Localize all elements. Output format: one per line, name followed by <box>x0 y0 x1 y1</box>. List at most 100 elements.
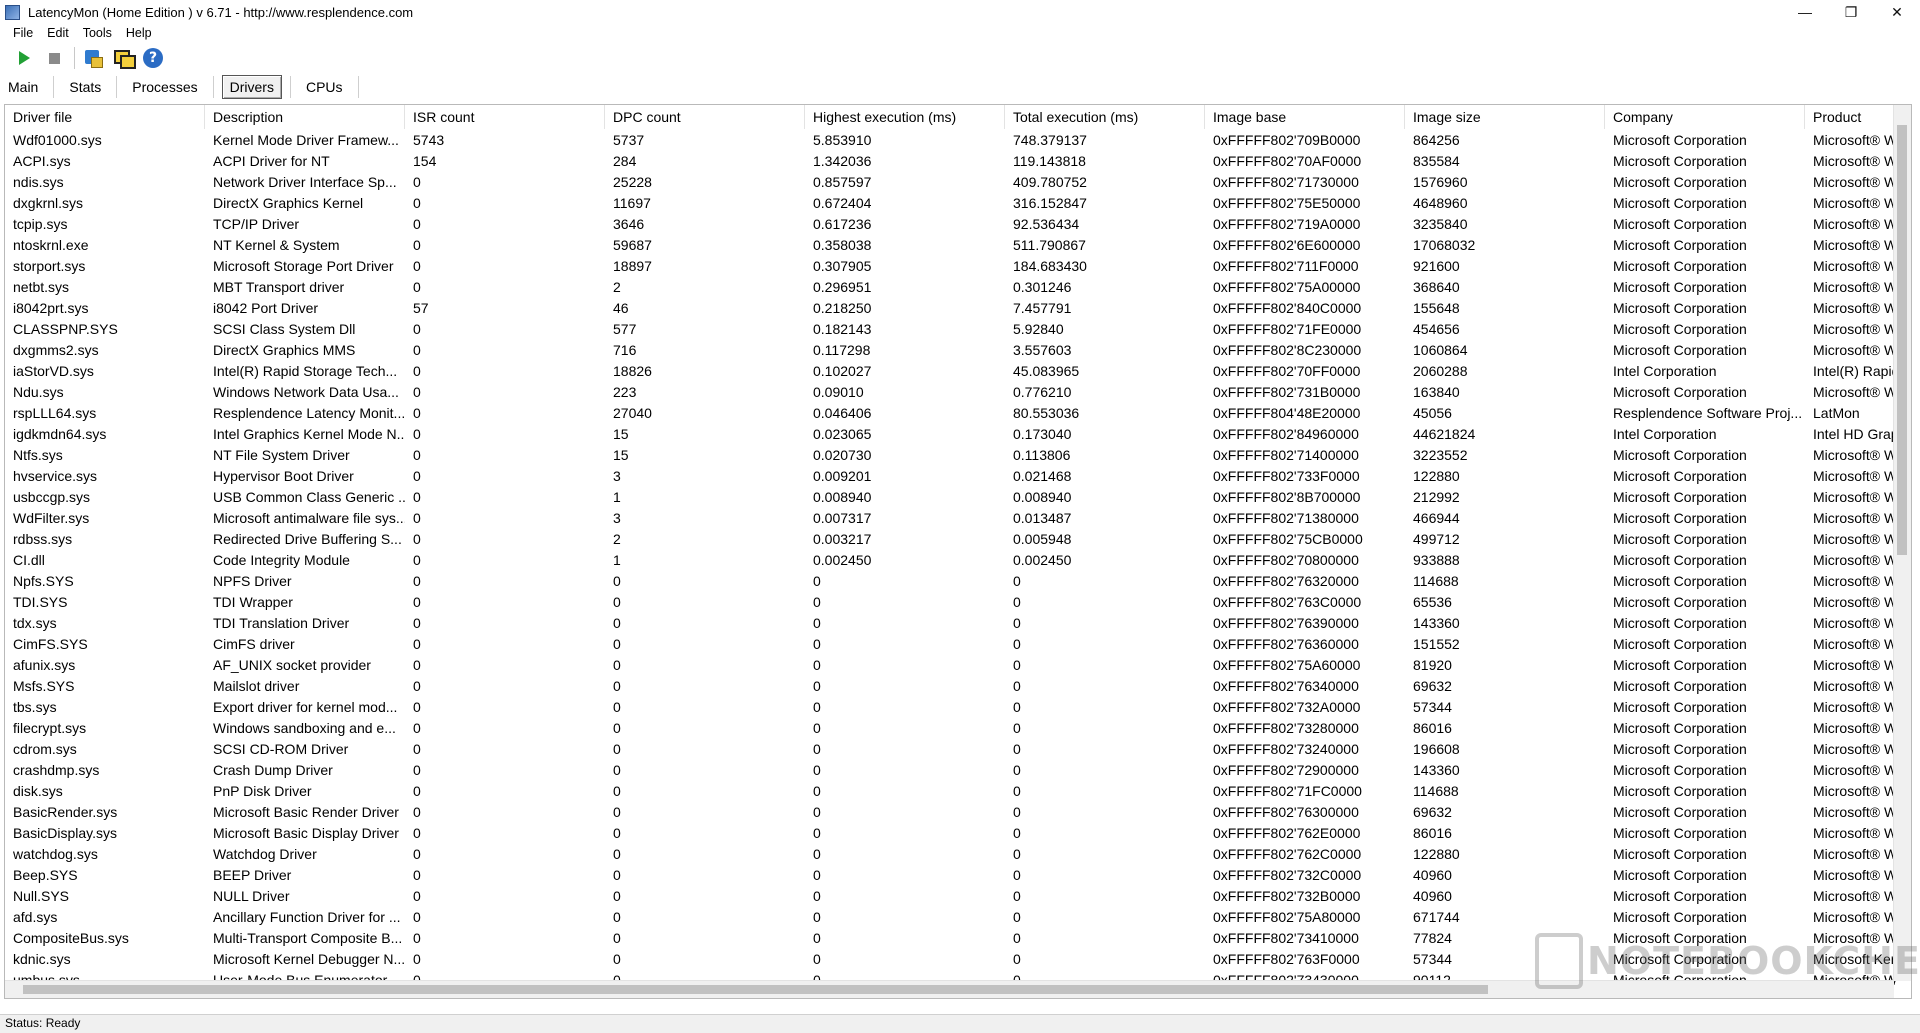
close-button[interactable]: ✕ <box>1874 0 1920 24</box>
column-header[interactable]: Driver file <box>5 105 205 129</box>
table-row[interactable]: CI.dll Code Integrity Module 0 1 0.002450 0.0… <box>5 550 1905 571</box>
table-cell: 1 <box>613 552 621 568</box>
vertical-scrollbar[interactable] <box>1893 105 1911 981</box>
table-cell: 0 <box>813 762 821 778</box>
table-row[interactable]: ACPI.sys ACPI Driver for NT 154 284 1.342036… <box>5 151 1905 172</box>
table-row[interactable]: CimFS.SYS CimFS driver 0 0 0 0 0xFFFFF802'7636… <box>5 634 1905 655</box>
maximize-button[interactable]: ❐ <box>1828 0 1874 24</box>
horizontal-scroll-thumb[interactable] <box>23 985 1488 994</box>
table-row[interactable]: Npfs.SYS NPFS Driver 0 0 0 0 0xFFFFF802'763200… <box>5 571 1905 592</box>
table-row[interactable]: disk.sys PnP Disk Driver 0 0 0 0 0xFFFFF802'71… <box>5 781 1905 802</box>
table-row[interactable]: Null.SYS NULL Driver 0 0 0 0 0xFFFFF802'732B00… <box>5 886 1905 907</box>
table-cell: kdnic.sys <box>13 951 71 967</box>
table-cell: 0.617236 <box>813 216 872 232</box>
table-row[interactable]: watchdog.sys Watchdog Driver 0 0 0 0 0xFFFFF80… <box>5 844 1905 865</box>
table-row[interactable]: ndis.sys Network Driver Interface Sp... 0 2… <box>5 172 1905 193</box>
table-cell: 0xFFFFF802'763C0000 <box>1213 594 1362 610</box>
vertical-scroll-thumb[interactable] <box>1897 125 1907 555</box>
column-header[interactable]: Company <box>1605 105 1805 129</box>
table-cell: Hypervisor Boot Driver <box>213 468 354 484</box>
table-cell: 409.780752 <box>1013 174 1087 190</box>
table-row[interactable]: ntoskrnl.exe NT Kernel & System 0 59687 0.35… <box>5 235 1905 256</box>
tab-stats[interactable]: Stats <box>62 76 108 98</box>
tab-drivers[interactable]: Drivers <box>221 75 282 99</box>
table-row[interactable]: filecrypt.sys Windows sandboxing and e...… <box>5 718 1905 739</box>
minimize-button[interactable]: — <box>1782 0 1828 24</box>
table-cell: Microsoft® W <box>1813 657 1898 673</box>
table-row[interactable]: BasicDisplay.sys Microsoft Basic Display … <box>5 823 1905 844</box>
table-cell: 0.117298 <box>813 342 871 358</box>
table-row[interactable]: i8042prt.sys i8042 Port Driver 57 46 0.21825… <box>5 298 1905 319</box>
table-row[interactable]: afunix.sys AF_UNIX socket provider 0 0 0 0 0xF… <box>5 655 1905 676</box>
drivers-list[interactable]: Driver file Description ISR count DPC count… <box>4 104 1912 999</box>
column-header[interactable]: DPC count <box>605 105 805 129</box>
stop-button[interactable] <box>42 46 66 70</box>
table-row[interactable]: igdkmdn64.sys Intel Graphics Kernel Mode … <box>5 424 1905 445</box>
table-row[interactable]: tbs.sys Export driver for kernel mod... 0 0… <box>5 697 1905 718</box>
table-row[interactable]: netbt.sys MBT Transport driver 0 2 0.296951 0… <box>5 277 1905 298</box>
table-cell: 0xFFFFF802'76390000 <box>1213 615 1359 631</box>
start-button[interactable] <box>12 46 36 70</box>
menu-file[interactable]: File <box>13 26 33 40</box>
table-row[interactable]: Ndu.sys Windows Network Data Usa... 0 223 0.… <box>5 382 1905 403</box>
column-header[interactable]: Description <box>205 105 405 129</box>
tab-cpus[interactable]: CPUs <box>299 76 350 98</box>
table-row[interactable]: TDI.SYS TDI Wrapper 0 0 0 0 0xFFFFF802'763C000… <box>5 592 1905 613</box>
table-cell: NPFS Driver <box>213 573 292 589</box>
table-row[interactable]: dxgmms2.sys DirectX Graphics MMS 0 716 0.117… <box>5 340 1905 361</box>
table-row[interactable]: rdbss.sys Redirected Drive Buffering S...… <box>5 529 1905 550</box>
table-row[interactable]: storport.sys Microsoft Storage Port Drive… <box>5 256 1905 277</box>
toolbar: ? <box>0 44 171 72</box>
table-cell: Multi-Transport Composite B... <box>213 930 403 946</box>
table-row[interactable]: cdrom.sys SCSI CD-ROM Driver 0 0 0 0 0xFFFFF80… <box>5 739 1905 760</box>
menu-help[interactable]: Help <box>126 26 152 40</box>
column-header[interactable]: Image size <box>1405 105 1605 129</box>
table-cell: 0 <box>413 447 421 463</box>
table-cell: afd.sys <box>13 909 58 925</box>
table-cell: 0xFFFFF802'733F0000 <box>1213 468 1360 484</box>
table-cell: disk.sys <box>13 783 63 799</box>
table-cell: NULL Driver <box>213 888 290 904</box>
help-button[interactable]: ? <box>141 46 165 70</box>
table-cell: 1.342036 <box>813 153 872 169</box>
column-header[interactable]: Image base <box>1205 105 1405 129</box>
menu-edit[interactable]: Edit <box>47 26 69 40</box>
table-row[interactable]: BasicRender.sys Microsoft Basic Render Dr… <box>5 802 1905 823</box>
table-cell: Crash Dump Driver <box>213 762 333 778</box>
windows-button[interactable] <box>111 46 136 70</box>
table-row[interactable]: Beep.SYS BEEP Driver 0 0 0 0 0xFFFFF802'732C00… <box>5 865 1905 886</box>
table-row[interactable]: Wdf01000.sys Kernel Mode Driver Framew...… <box>5 130 1905 151</box>
drivers-button[interactable] <box>81 46 105 70</box>
table-row[interactable]: dxgkrnl.sys DirectX Graphics Kernel 0 11697… <box>5 193 1905 214</box>
table-row[interactable]: tcpip.sys TCP/IP Driver 0 3646 0.617236 92.53… <box>5 214 1905 235</box>
table-row[interactable]: crashdmp.sys Crash Dump Driver 0 0 0 0 0xFFFFF… <box>5 760 1905 781</box>
table-row[interactable]: CLASSPNP.SYS SCSI Class System Dll 0 577 0.1… <box>5 319 1905 340</box>
column-header[interactable]: ISR count <box>405 105 605 129</box>
table-cell: DirectX Graphics Kernel <box>213 195 364 211</box>
table-cell: 0xFFFFF802'762E0000 <box>1213 825 1361 841</box>
table-cell: 86016 <box>1413 825 1452 841</box>
table-row[interactable]: iaStorVD.sys Intel(R) Rapid Storage Tech.… <box>5 361 1905 382</box>
watermark-text: NOTEBOOKCHECK <box>1587 939 1920 983</box>
table-cell: 0 <box>413 258 421 274</box>
column-header[interactable]: Highest execution (ms) <box>805 105 1005 129</box>
table-row[interactable]: Ntfs.sys NT File System Driver 0 15 0.020730… <box>5 445 1905 466</box>
table-cell: 0xFFFFF802'75A80000 <box>1213 909 1361 925</box>
table-row[interactable]: rspLLL64.sys Resplendence Latency Monit..… <box>5 403 1905 424</box>
table-cell: Microsoft antimalware file sys... <box>213 510 405 526</box>
menu-tools[interactable]: Tools <box>83 26 112 40</box>
table-row[interactable]: usbccgp.sys USB Common Class Generic ... 0… <box>5 487 1905 508</box>
table-cell: 15 <box>613 426 629 442</box>
column-header[interactable]: Total execution (ms) <box>1005 105 1205 129</box>
tab-processes[interactable]: Processes <box>125 76 204 98</box>
column-header[interactable]: Product <box>1805 105 1905 129</box>
table-cell: 114688 <box>1413 783 1459 799</box>
table-row[interactable]: Msfs.SYS Mailslot driver 0 0 0 0 0xFFFFF802'76… <box>5 676 1905 697</box>
table-cell: 0 <box>413 657 421 673</box>
table-row[interactable]: hvservice.sys Hypervisor Boot Driver 0 3 0.0… <box>5 466 1905 487</box>
tab-main[interactable]: Main <box>1 76 45 98</box>
table-row[interactable]: tdx.sys TDI Translation Driver 0 0 0 0 0xFFFFF… <box>5 613 1905 634</box>
table-cell: rdbss.sys <box>13 531 73 547</box>
table-cell: Microsoft Corporation <box>1613 153 1747 169</box>
table-row[interactable]: WdFilter.sys Microsoft antimalware file s… <box>5 508 1905 529</box>
